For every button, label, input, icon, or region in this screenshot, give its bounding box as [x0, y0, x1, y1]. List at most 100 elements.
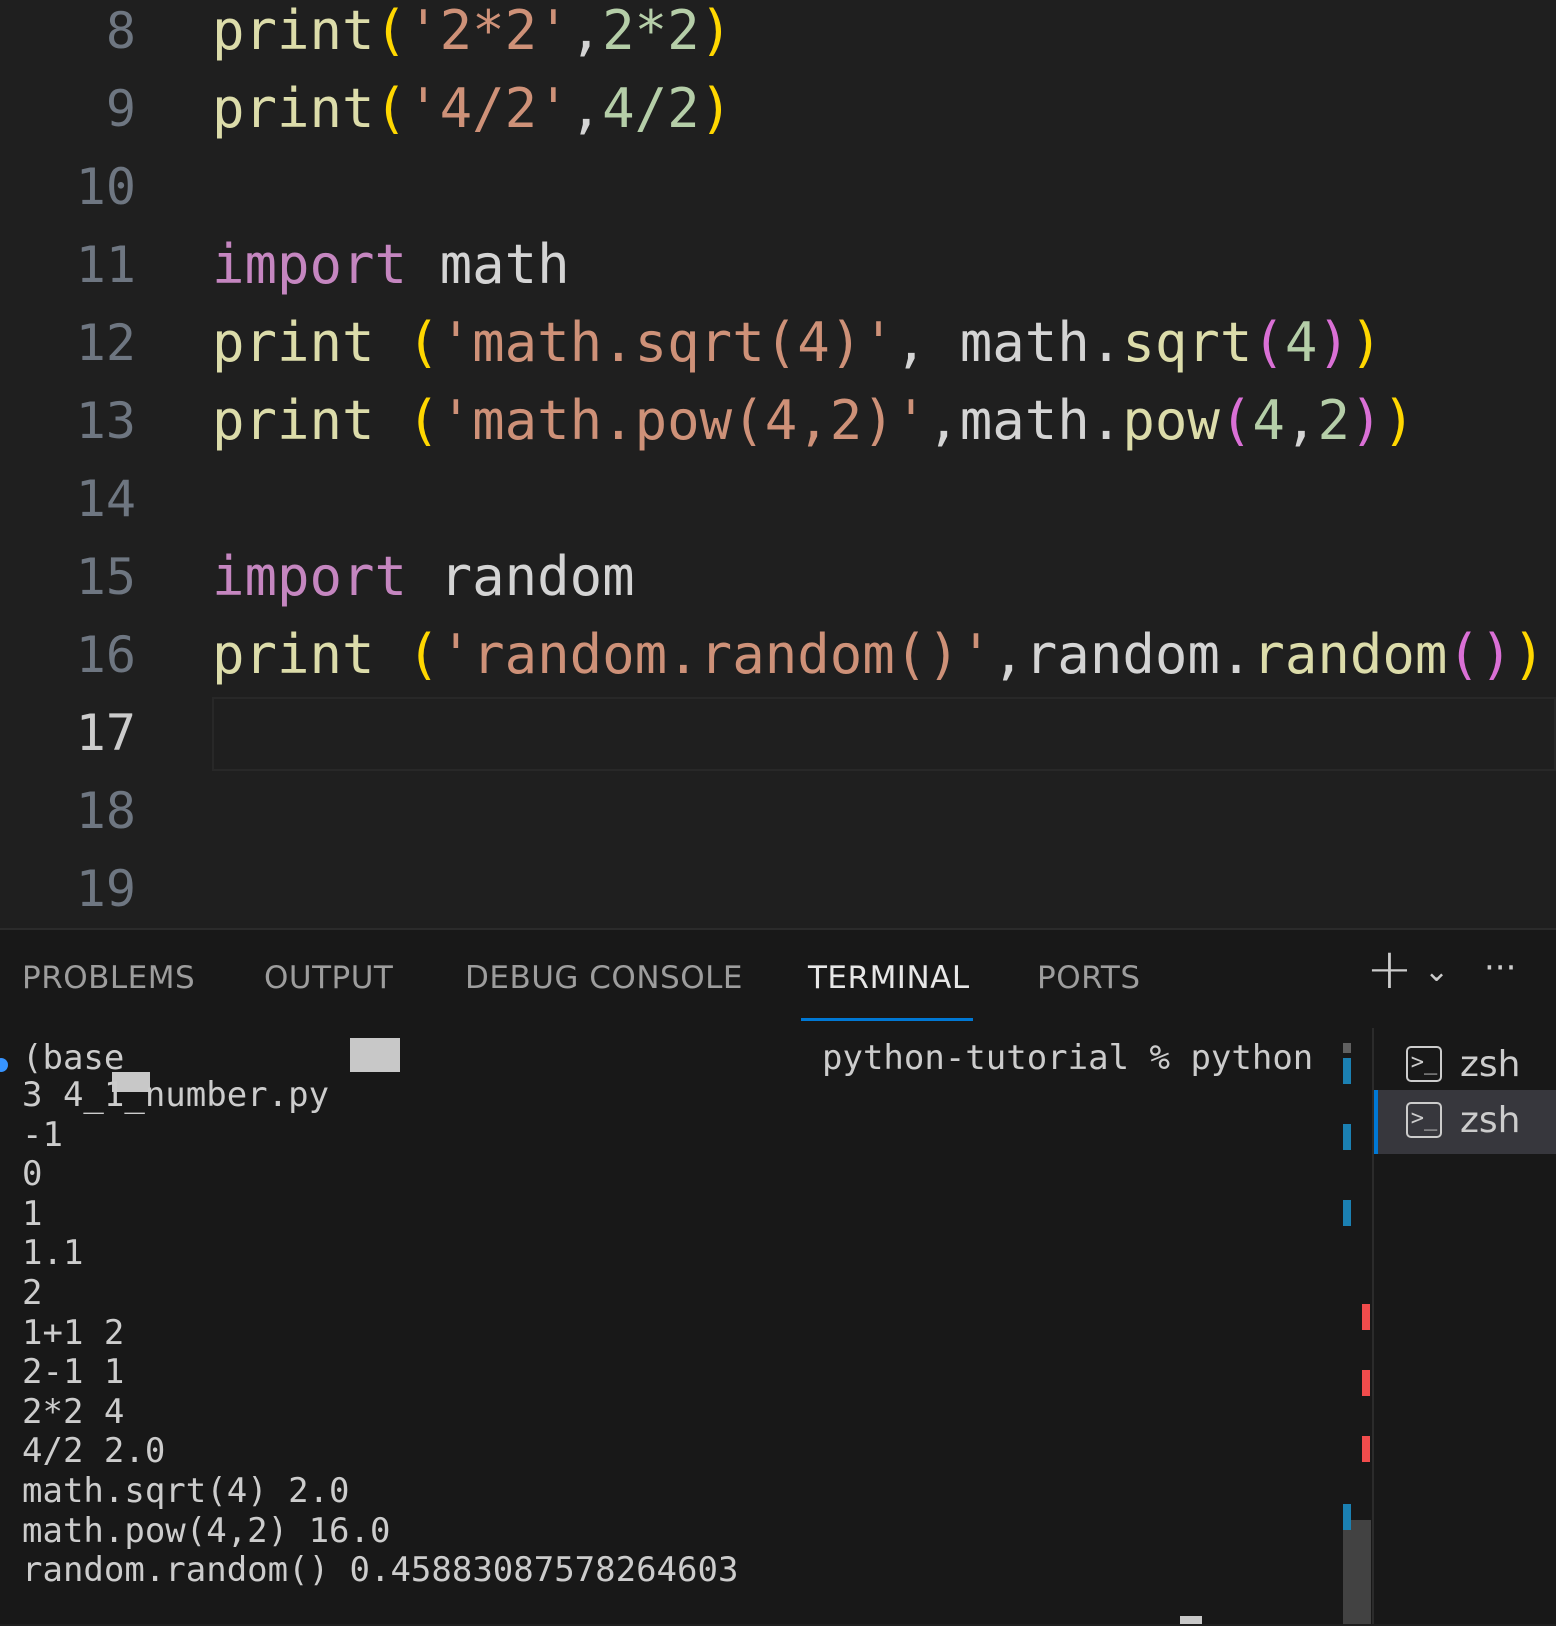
code-token: ( — [407, 311, 440, 374]
line-number: 8 — [105, 2, 136, 60]
code-token: ) — [699, 77, 733, 140]
terminal-line: -1 — [22, 1114, 63, 1155]
scroll-marker — [1343, 1124, 1351, 1150]
code-token: ) — [1512, 623, 1545, 686]
more-actions-icon[interactable]: ··· — [1484, 948, 1516, 988]
code-content: print ('math.sqrt(4)', math.sqrt(4)) — [212, 304, 1382, 382]
code-token: ) — [1382, 389, 1415, 452]
code-line[interactable]: 12 print ('math.sqrt(4)', math.sqrt(4)) — [0, 304, 1556, 382]
code-token: ( — [407, 389, 440, 452]
code-line[interactable]: 10 — [0, 148, 1556, 226]
code-line[interactable]: 17 — [0, 694, 1556, 772]
tab-debug-console[interactable]: DEBUG CONSOLE — [465, 960, 743, 996]
code-token: ( — [374, 77, 408, 140]
terminal-instance-list: >_ zsh >_ zsh — [1372, 1028, 1556, 1624]
tab-problems[interactable]: PROBLEMS — [22, 960, 195, 996]
terminal-instance-zsh[interactable]: >_ zsh — [1374, 1034, 1556, 1098]
redacted-block — [350, 1038, 400, 1072]
code-token: import — [212, 233, 408, 296]
code-token: ,random. — [992, 623, 1253, 686]
terminal-line: math.sqrt(4) 2.0 — [22, 1471, 350, 1511]
code-line[interactable]: 15 import random — [0, 538, 1556, 616]
line-number: 12 — [75, 314, 136, 372]
code-token: pow — [1122, 389, 1220, 452]
code-token: sqrt — [1122, 311, 1253, 374]
code-token: ( — [1252, 311, 1285, 374]
terminal-icon: >_ — [1406, 1102, 1442, 1138]
command-decoration-icon — [0, 1058, 8, 1072]
terminal-instance-zsh-active[interactable]: >_ zsh — [1374, 1090, 1556, 1154]
code-line[interactable]: 16 print ('random.random()',random.random… — [0, 616, 1556, 694]
terminal-instance-label: zsh — [1460, 1100, 1521, 1141]
code-token: random — [407, 545, 635, 608]
code-token: ,math. — [927, 389, 1123, 452]
code-token: print — [212, 0, 375, 62]
code-line[interactable]: 18 — [0, 772, 1556, 850]
tab-output[interactable]: OUTPUT — [264, 960, 393, 996]
code-line[interactable]: 13 print ('math.pow(4,2)',math.pow(4,2)) — [0, 382, 1556, 460]
code-token: ( — [407, 623, 440, 686]
line-number: 16 — [75, 626, 136, 684]
terminal-instance-label: zsh — [1460, 1044, 1521, 1085]
code-content: print('2*2',2*2) — [212, 0, 732, 70]
terminal-line: 2 — [22, 1273, 43, 1313]
code-token: ) — [1349, 311, 1383, 374]
tab-terminal[interactable]: TERMINAL — [808, 960, 970, 996]
code-editor[interactable]: 8 print('2*2',2*2) 9 print('4/2',4/2) 10 11 im… — [0, 0, 1556, 928]
code-token: '4/2' — [407, 77, 570, 140]
scroll-marker — [1362, 1304, 1370, 1330]
code-token: 2*2 — [602, 0, 700, 62]
code-token: 'math.sqrt(4)' — [439, 311, 895, 374]
code-token: ( — [1447, 623, 1480, 686]
line-number: 11 — [75, 236, 136, 294]
code-token: ) — [1349, 389, 1383, 452]
code-token: '2*2' — [407, 0, 570, 62]
line-number: 15 — [75, 548, 136, 606]
code-token: ) — [1479, 623, 1513, 686]
code-line[interactable]: 19 — [0, 850, 1556, 928]
code-token: print — [212, 623, 375, 686]
terminal-line: 2-1 1 — [22, 1352, 125, 1393]
active-tab-indicator — [801, 1018, 973, 1021]
scroll-marker — [1362, 1370, 1370, 1396]
code-token: , — [569, 0, 603, 62]
code-content: import random — [212, 538, 635, 616]
code-content: import math — [212, 226, 570, 304]
terminal-line: 1+1 2 — [22, 1312, 125, 1353]
line-number: 13 — [75, 392, 136, 450]
code-token: ) — [699, 0, 733, 62]
code-line[interactable]: 8 print('2*2',2*2) — [0, 0, 1556, 70]
code-token: math — [407, 233, 570, 296]
code-token: 2 — [1317, 389, 1350, 452]
code-token: 'random.random()' — [439, 623, 993, 686]
code-token: print — [212, 311, 375, 374]
code-line[interactable]: 9 print('4/2',4/2) — [0, 70, 1556, 148]
new-terminal-icon[interactable]: + — [1366, 940, 1413, 1000]
code-token: 4 — [1252, 389, 1285, 452]
code-token: , — [569, 77, 603, 140]
code-token: print — [212, 77, 375, 140]
scroll-marker — [1343, 1058, 1351, 1084]
terminal-line: 2*2 4 — [22, 1391, 125, 1432]
terminal-line: 1 — [22, 1193, 43, 1234]
scroll-marker — [1362, 1436, 1370, 1462]
code-token: ( — [1219, 389, 1253, 452]
code-line[interactable]: 11 import math — [0, 226, 1556, 304]
code-token: ( — [374, 0, 408, 62]
chevron-down-icon[interactable]: ⌄ — [1424, 952, 1449, 992]
line-number: 9 — [105, 80, 136, 138]
line-number: 19 — [75, 860, 136, 918]
code-token: 4/2 — [602, 77, 700, 140]
code-content: print('4/2',4/2) — [212, 70, 732, 148]
line-number: 14 — [75, 470, 136, 528]
code-token: random — [1252, 623, 1448, 686]
terminal-prompt-command: python-tutorial % python — [822, 1038, 1314, 1078]
terminal-line: 1.1 — [22, 1233, 84, 1274]
terminal-icon: >_ — [1406, 1046, 1442, 1082]
terminal-output[interactable]: (base python-tutorial % python 3 4_1_num… — [0, 1038, 1340, 1626]
code-line[interactable]: 14 — [0, 460, 1556, 538]
tab-ports[interactable]: PORTS — [1037, 960, 1141, 996]
terminal-scrollbar-thumb[interactable] — [1343, 1520, 1371, 1624]
